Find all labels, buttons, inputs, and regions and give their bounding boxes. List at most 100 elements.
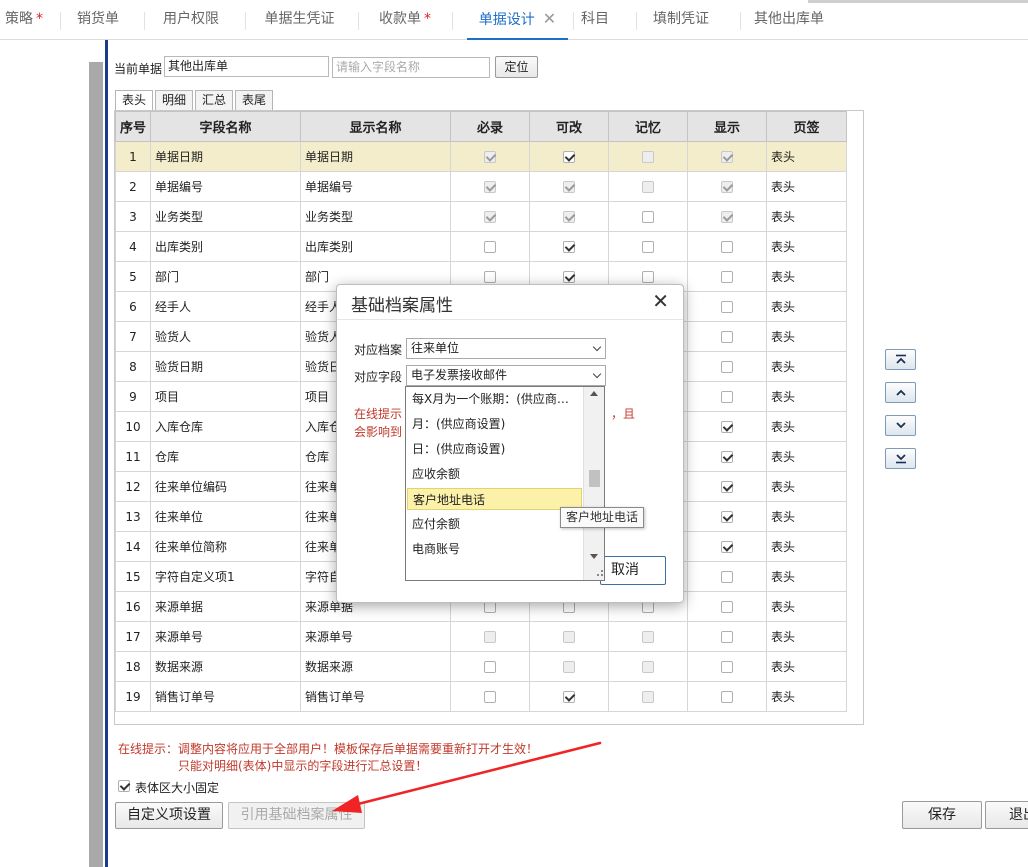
- memory-cell[interactable]: [608, 141, 688, 172]
- field-name-cell[interactable]: 销售订单号: [150, 681, 301, 712]
- show-cell[interactable]: [687, 141, 767, 172]
- tab-user-permission[interactable]: 用户权限: [160, 0, 222, 40]
- show-checkbox[interactable]: [721, 271, 733, 283]
- display-name-cell[interactable]: 单据日期: [300, 141, 451, 172]
- field-name-cell[interactable]: 字符自定义项1: [150, 561, 301, 592]
- show-cell[interactable]: [687, 561, 767, 592]
- field-name-cell[interactable]: 来源单据: [150, 591, 301, 622]
- custom-items-button[interactable]: 自定义项设置: [115, 802, 223, 829]
- row-number-cell[interactable]: 3: [115, 201, 151, 232]
- row-number-cell[interactable]: 16: [115, 591, 151, 622]
- show-checkbox[interactable]: [721, 511, 733, 523]
- required-checkbox[interactable]: [484, 661, 496, 673]
- dropdown-option[interactable]: 日：(供应商设置): [407, 438, 582, 460]
- row-number-cell[interactable]: 19: [115, 681, 151, 712]
- show-checkbox[interactable]: [721, 601, 733, 613]
- row-number-cell[interactable]: 13: [115, 501, 151, 532]
- display-name-cell[interactable]: 出库类别: [300, 231, 451, 262]
- field-name-cell[interactable]: 业务类型: [150, 201, 301, 232]
- table-row[interactable]: 17 来源单号 来源单号 表头: [115, 621, 847, 652]
- tab-fill-voucher[interactable]: 填制凭证: [652, 0, 710, 40]
- tab-cell[interactable]: 表头: [766, 681, 847, 712]
- tab-cell[interactable]: 表头: [766, 231, 847, 262]
- field-name-cell[interactable]: 数据来源: [150, 651, 301, 682]
- field-name-cell[interactable]: 部门: [150, 261, 301, 292]
- field-name-cell[interactable]: 来源单号: [150, 621, 301, 652]
- show-cell[interactable]: [687, 441, 767, 472]
- scroll-down-icon[interactable]: [590, 554, 598, 560]
- tab-cell[interactable]: 表头: [766, 531, 847, 562]
- tab-cell[interactable]: 表头: [766, 321, 847, 352]
- show-cell[interactable]: [687, 411, 767, 442]
- column-header[interactable]: 记忆: [608, 111, 688, 142]
- row-number-cell[interactable]: 8: [115, 351, 151, 382]
- show-checkbox[interactable]: [721, 361, 733, 373]
- required-checkbox[interactable]: [484, 691, 496, 703]
- tab-cell[interactable]: 表头: [766, 291, 847, 322]
- show-cell[interactable]: [687, 591, 767, 622]
- display-name-cell[interactable]: 来源单号: [300, 621, 451, 652]
- locate-button[interactable]: 定位: [495, 56, 538, 78]
- memory-cell[interactable]: [608, 651, 688, 682]
- show-checkbox[interactable]: [721, 661, 733, 673]
- memory-cell[interactable]: [608, 231, 688, 262]
- tab-cell[interactable]: 表头: [766, 441, 847, 472]
- display-name-cell[interactable]: 单据编号: [300, 171, 451, 202]
- archive-select[interactable]: 往来单位: [406, 338, 606, 359]
- field-dropdown-list[interactable]: 每X月为一个账期：(供应商… 月：(供应商设置) 日：(供应商设置) 应收余额 …: [405, 386, 605, 581]
- field-name-cell[interactable]: 单据编号: [150, 171, 301, 202]
- required-cell[interactable]: [450, 201, 530, 232]
- editable-cell[interactable]: [529, 231, 609, 262]
- memory-checkbox[interactable]: [642, 241, 654, 253]
- table-row[interactable]: 19 销售订单号 销售订单号 表头: [115, 681, 847, 712]
- tab-cell[interactable]: 表头: [766, 201, 847, 232]
- show-cell[interactable]: [687, 291, 767, 322]
- field-select[interactable]: 电子发票接收邮件: [406, 365, 606, 386]
- field-name-cell[interactable]: 往来单位: [150, 501, 301, 532]
- field-name-cell[interactable]: 验货日期: [150, 351, 301, 382]
- editable-cell[interactable]: [529, 171, 609, 202]
- subtab-footer[interactable]: 表尾: [235, 90, 273, 110]
- memory-checkbox[interactable]: [642, 211, 654, 223]
- row-number-cell[interactable]: 4: [115, 231, 151, 262]
- editable-cell[interactable]: [529, 141, 609, 172]
- dropdown-option[interactable]: 电商账号: [407, 538, 582, 560]
- show-checkbox[interactable]: [721, 241, 733, 253]
- field-name-cell[interactable]: 项目: [150, 381, 301, 412]
- memory-cell[interactable]: [608, 171, 688, 202]
- row-number-cell[interactable]: 2: [115, 171, 151, 202]
- column-header[interactable]: 显示名称: [300, 111, 451, 142]
- column-header[interactable]: 序号: [115, 111, 151, 142]
- show-cell[interactable]: [687, 171, 767, 202]
- tab-receipt[interactable]: 收款单 *: [377, 0, 433, 40]
- row-number-cell[interactable]: 1: [115, 141, 151, 172]
- row-number-cell[interactable]: 6: [115, 291, 151, 322]
- save-button[interactable]: 保存: [902, 801, 982, 829]
- show-checkbox[interactable]: [721, 631, 733, 643]
- row-number-cell[interactable]: 15: [115, 561, 151, 592]
- table-row[interactable]: 18 数据来源 数据来源 表头: [115, 651, 847, 682]
- editable-checkbox[interactable]: [563, 151, 575, 163]
- subtab-header[interactable]: 表头: [115, 90, 153, 111]
- column-header[interactable]: 页签: [766, 111, 847, 142]
- close-icon[interactable]: ✕: [652, 289, 669, 313]
- tab-cell[interactable]: 表头: [766, 591, 847, 622]
- tab-doc-voucher[interactable]: 单据生凭证: [262, 0, 337, 40]
- tab-sales-order[interactable]: 销货单: [74, 0, 122, 40]
- field-name-cell[interactable]: 往来单位简称: [150, 531, 301, 562]
- show-checkbox[interactable]: [721, 331, 733, 343]
- display-name-cell[interactable]: 数据来源: [300, 651, 451, 682]
- tab-cell[interactable]: 表头: [766, 261, 847, 292]
- field-name-cell[interactable]: 验货人: [150, 321, 301, 352]
- exit-button[interactable]: 退出: [985, 801, 1028, 829]
- editable-checkbox[interactable]: [563, 271, 575, 283]
- column-header[interactable]: 必录: [450, 111, 530, 142]
- show-cell[interactable]: [687, 321, 767, 352]
- row-number-cell[interactable]: 9: [115, 381, 151, 412]
- display-name-cell[interactable]: 销售订单号: [300, 681, 451, 712]
- show-checkbox[interactable]: [721, 691, 733, 703]
- required-cell[interactable]: [450, 171, 530, 202]
- editable-checkbox[interactable]: [563, 241, 575, 253]
- subtab-summary[interactable]: 汇总: [195, 90, 233, 110]
- column-header[interactable]: 字段名称: [150, 111, 301, 142]
